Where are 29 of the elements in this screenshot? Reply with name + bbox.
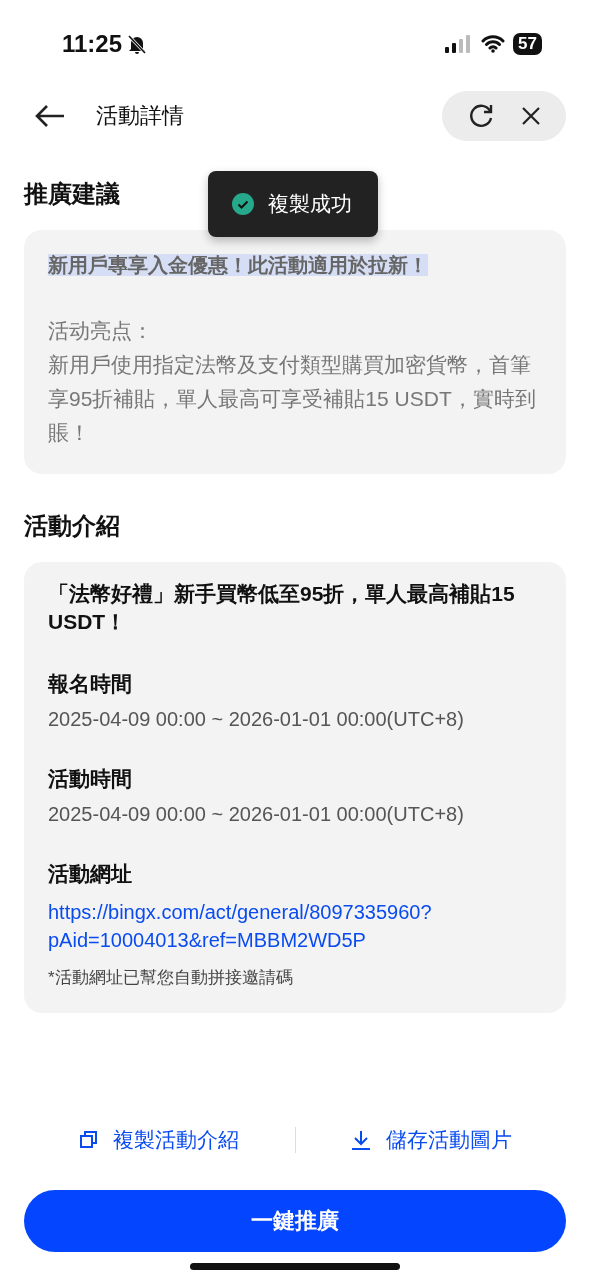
activity-link[interactable]: https://bingx.com/act/general/8097335960?pAid=10004013&ref=MBBM2WD5P	[48, 898, 542, 954]
activity-title: 「法幣好禮」新手買幣低至95折，單人最高補貼15 USDT！	[48, 581, 516, 635]
section-heading: 活動介紹	[24, 511, 120, 541]
link-note: *活動網址已幫您自動拼接邀請碼	[48, 967, 294, 989]
promote-button[interactable]: 一鍵推廣	[24, 1190, 566, 1252]
copy-intro-button[interactable]: 複製活動介紹	[75, 1122, 244, 1158]
field-value: 2025-04-09 00:00 ~ 2026-01-01 00:00(UTC+8)	[48, 708, 465, 731]
download-icon	[349, 1129, 372, 1151]
status-time: 11:25	[62, 30, 123, 58]
suggestion-text: 活动亮点：	[48, 318, 154, 344]
back-button[interactable]	[34, 104, 66, 128]
field-value: 2025-04-09 00:00 ~ 2026-01-01 00:00(UTC+8)	[48, 803, 465, 826]
wifi-icon	[481, 35, 506, 53]
battery-level: 57	[513, 33, 542, 55]
page-title: 活動詳情	[96, 102, 185, 130]
refresh-button[interactable]	[468, 103, 494, 129]
close-button[interactable]	[520, 105, 542, 127]
save-image-button[interactable]: 儲存活動圖片	[345, 1122, 516, 1158]
toast-message: 複製成功	[268, 191, 352, 217]
suggestion-text: 新用戶使用指定法幣及支付類型購買加密貨幣，首筆享95折補貼，單人最高可享受補貼15 USDT，實時到賬！	[48, 352, 537, 446]
field-label: 報名時間	[48, 671, 133, 697]
section-heading: 推廣建議	[24, 179, 120, 209]
signal-icon	[445, 35, 472, 53]
field-label: 活動時間	[48, 766, 133, 792]
back-arrow-icon	[34, 104, 66, 128]
check-circle-icon	[232, 193, 254, 215]
suggestion-headline: 新用戶專享入金優惠！此活動適用於拉新！	[48, 254, 428, 276]
field-label: 活動網址	[48, 861, 133, 887]
copy-icon	[79, 1130, 100, 1150]
